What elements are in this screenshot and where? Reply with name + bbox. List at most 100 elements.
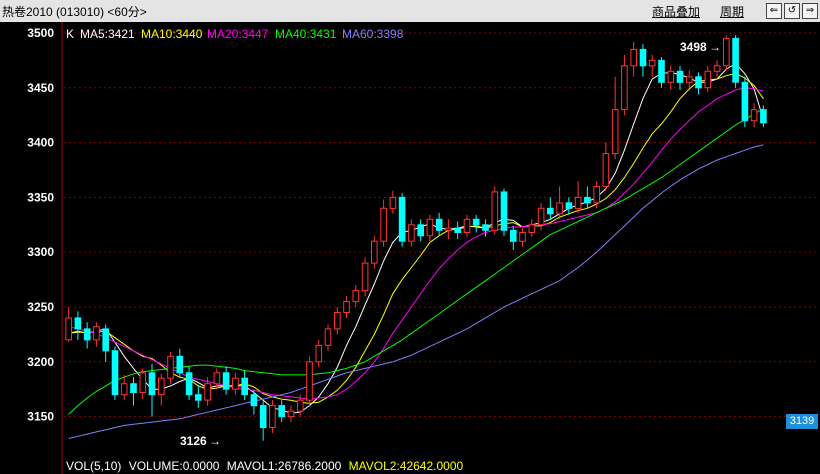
candle-body	[695, 76, 702, 89]
candle-body	[676, 70, 684, 83]
candle-body	[380, 207, 387, 242]
legend-ma40: MA40:3431	[275, 27, 337, 41]
candle-body	[158, 377, 165, 396]
high-annotation: 3498 →	[680, 40, 721, 54]
candle-body	[463, 218, 471, 234]
y-tick-label: 3500	[27, 26, 54, 40]
low-label: 3126	[180, 434, 207, 448]
legend-ma10: MA10:3440	[141, 27, 203, 41]
candle-body	[750, 109, 758, 122]
candle-body	[639, 48, 647, 67]
candle-body	[371, 240, 378, 264]
candle-body	[417, 224, 424, 237]
volume-label: VOLUME:0.0000	[128, 459, 220, 473]
forward-icon[interactable]: ⇒	[802, 3, 818, 19]
candle-body	[667, 70, 675, 83]
vol-label: VOL(5,10)	[66, 459, 122, 473]
candle-body	[537, 207, 545, 226]
candle-body	[454, 227, 461, 234]
candle-body	[241, 377, 248, 396]
candle-body	[732, 37, 739, 83]
candle-body	[102, 328, 110, 352]
legend-k: K	[66, 27, 74, 41]
candle-body	[315, 344, 323, 363]
rewind-icon[interactable]: ⇐	[766, 3, 782, 19]
y-tick-label: 3150	[27, 410, 54, 424]
candle-body	[306, 361, 313, 401]
candle-body	[278, 405, 285, 418]
candle-body	[519, 232, 526, 242]
candle-body	[472, 218, 480, 226]
candle-body	[83, 328, 91, 341]
candle-body	[630, 48, 638, 67]
candle-body	[621, 65, 628, 111]
candle-body	[398, 196, 406, 242]
candle-body	[324, 328, 332, 346]
candle-body	[547, 207, 554, 215]
legend: K MA5:3421 MA10:3440 MA20:3447 MA40:3431…	[66, 27, 404, 41]
candle-body	[602, 153, 610, 187]
candle-body	[435, 218, 443, 231]
candle-body	[259, 405, 267, 429]
legend-ma60: MA60:3398	[342, 27, 404, 41]
candle-body	[426, 218, 434, 237]
candle-body	[565, 202, 573, 209]
chart-title: 热卷2010 (013010) <60分>	[2, 5, 147, 19]
candle-body	[222, 372, 230, 390]
candle-body	[389, 196, 397, 209]
candle-body	[648, 59, 656, 67]
low-annotation: 3126 →	[180, 434, 221, 448]
mavol1-label: MAVOL1:26786.2000	[226, 459, 342, 473]
candle-body	[167, 355, 174, 379]
high-label: 3498	[680, 40, 707, 54]
candle-body	[269, 405, 276, 429]
refresh-icon[interactable]: ↺	[784, 3, 800, 19]
candle-body	[482, 224, 489, 231]
candle-body	[130, 383, 137, 394]
mavol2-label: MAVOL2:42642.0000	[348, 459, 464, 473]
candle-body	[185, 372, 193, 396]
candle-body	[250, 394, 258, 407]
candle-body	[195, 394, 202, 401]
high-arrow: →	[709, 40, 721, 54]
candle-body	[139, 372, 147, 393]
candle-body	[741, 81, 749, 122]
candle-body	[686, 76, 693, 83]
candle-body	[760, 109, 767, 124]
candle-body	[334, 312, 341, 330]
candle-body	[213, 372, 221, 385]
y-tick-label: 3450	[27, 81, 54, 95]
candle-body	[510, 229, 517, 242]
candle-body	[204, 383, 211, 401]
candle-body	[176, 355, 184, 374]
candle-body	[500, 191, 508, 231]
y-tick-label: 3250	[27, 300, 54, 314]
overlay-button[interactable]: 商品叠加	[652, 3, 700, 20]
low-arrow: →	[209, 434, 221, 448]
candle-body	[120, 383, 128, 396]
candle-body	[361, 262, 369, 292]
candle-body	[704, 70, 712, 89]
title-bar: 热卷2010 (013010) <60分> 商品叠加 周期 ⇐ ↺ ⇒	[0, 0, 820, 23]
y-tick-label: 3400	[27, 136, 54, 150]
candle-body	[658, 59, 665, 83]
candle-body	[287, 410, 295, 418]
period-button[interactable]: 周期	[720, 3, 744, 20]
legend-ma5: MA5:3421	[80, 27, 135, 41]
current-price-tag: 3139	[786, 414, 818, 429]
candle-body	[148, 372, 156, 396]
candle-body	[232, 377, 239, 390]
volume-row: VOL(5,10) VOLUME:0.0000 MAVOL1:26786.200…	[66, 459, 463, 473]
candle-body	[491, 191, 499, 231]
candle-body	[723, 37, 730, 67]
candle-body	[556, 202, 563, 215]
candle-body	[574, 196, 582, 209]
candle-body	[713, 65, 721, 72]
candle-body	[65, 317, 73, 341]
y-tick-label: 3350	[27, 190, 54, 204]
y-tick-label: 3300	[27, 245, 54, 259]
candlestick-chart: 3150 3200 3250 3300 3350 3400 3450 3500 K MA5:3…	[0, 22, 820, 474]
candle-body	[111, 350, 119, 396]
candle-body	[593, 185, 601, 204]
y-tick-label: 3200	[27, 355, 54, 369]
